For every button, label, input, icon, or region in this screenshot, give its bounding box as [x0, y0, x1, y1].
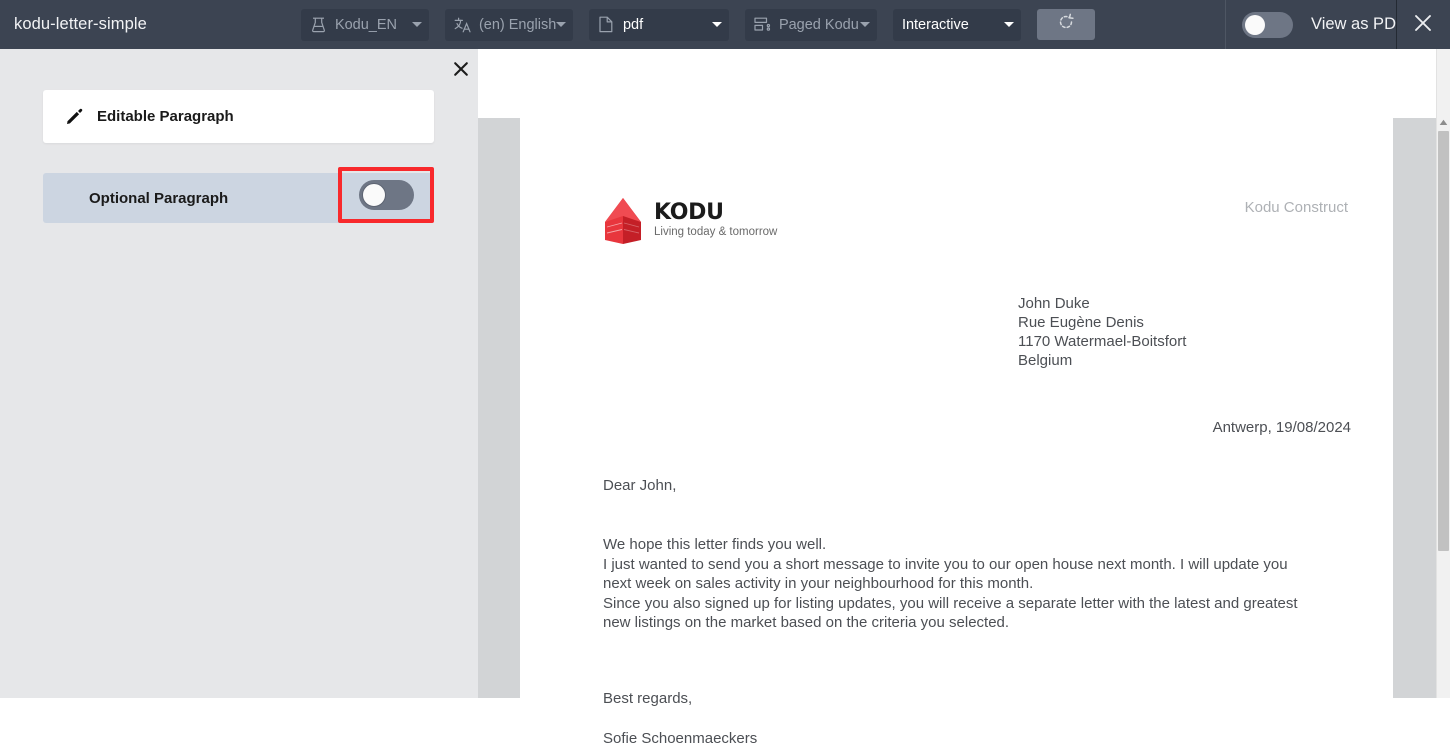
address-line: 1170 Watermael-Boitsfort: [1018, 333, 1187, 350]
close-icon: [452, 60, 470, 83]
body-paragraph: We hope this letter finds you well.: [603, 536, 827, 553]
dropdown-label: Paged Kodu: [778, 16, 859, 33]
refresh-icon: [1056, 12, 1076, 37]
salutation: Dear John,: [603, 477, 677, 494]
close-window-button[interactable]: [1410, 12, 1436, 38]
dropdown-label: Interactive: [901, 16, 969, 33]
logo-wordmark: KODU: [654, 200, 724, 225]
document-title: kodu-letter-simple: [14, 15, 147, 33]
chevron-down-icon[interactable]: [859, 22, 870, 27]
optional-paragraph-label: Optional Paragraph: [89, 189, 229, 207]
dropdown-label: (en) English: [478, 16, 557, 33]
toggle-knob: [361, 183, 386, 207]
dropdown-interactive[interactable]: Interactive: [892, 8, 1021, 41]
editable-paragraph-card[interactable]: Editable Paragraph: [43, 90, 434, 143]
toggle-knob: [1245, 14, 1265, 35]
document-viewer: KODU Living today & tomorrow Kodu Constr…: [478, 49, 1450, 747]
body-paragraph: Since you also signed up for listing upd…: [603, 594, 1298, 632]
dropdown-en-english[interactable]: (en) English: [444, 8, 573, 41]
dropdown-label: Kodu_EN: [334, 16, 398, 33]
flask-icon: [310, 16, 327, 33]
document-icon: [598, 16, 615, 33]
page-gutter-right: [1393, 118, 1436, 698]
chevron-down-icon[interactable]: [711, 22, 722, 27]
reset-button[interactable]: [1036, 9, 1095, 40]
toolbar-divider-right: [1396, 0, 1397, 49]
body-paragraph: I just wanted to send you a short messag…: [603, 555, 1288, 593]
optional-toggle-highlight: [338, 167, 434, 223]
address-line: Belgium: [1018, 352, 1073, 369]
date-line: Antwerp, 19/08/2024: [1212, 419, 1351, 436]
dropdown-kodu-en[interactable]: Kodu_EN: [300, 8, 429, 41]
logo-tagline: Living today & tomorrow: [654, 226, 778, 238]
translate-icon: [454, 16, 471, 33]
recipient-address: John Duke Rue Eugène Denis 1170 Watermae…: [1018, 294, 1186, 370]
letter-page: KODU Living today & tomorrow Kodu Constr…: [520, 118, 1393, 747]
options-panel: Editable Paragraph Optional Paragraph: [0, 49, 478, 698]
chevron-down-icon[interactable]: [556, 22, 567, 27]
panel-close-button[interactable]: [449, 59, 473, 83]
closing-line: Best regards,: [603, 690, 693, 707]
signer-name: Sofie Schoenmaeckers: [603, 730, 758, 747]
optional-paragraph-toggle[interactable]: [358, 180, 414, 210]
editable-paragraph-label: Editable Paragraph: [97, 108, 234, 125]
view-as-pdf-group: View as PDF: [1226, 0, 1396, 49]
address-line: John Duke: [1018, 295, 1090, 312]
kodu-logo: KODU Living today & tomorrow: [603, 196, 777, 249]
caret-up-icon[interactable]: [1437, 115, 1450, 129]
chevron-down-icon[interactable]: [411, 22, 422, 27]
dropdown-label: pdf: [622, 16, 644, 33]
scrollbar-thumb[interactable]: [1438, 131, 1449, 551]
close-icon: [1412, 12, 1434, 39]
company-name: Kodu Construct: [1244, 199, 1348, 216]
vertical-scrollbar[interactable]: [1436, 49, 1450, 698]
dropdown-paged-kodu[interactable]: Paged Kodu: [744, 8, 877, 41]
layout-icon: [754, 16, 771, 33]
pencil-icon: [66, 108, 83, 125]
letter-body: We hope this letter finds you well. I ju…: [603, 535, 1315, 633]
view-as-pdf-toggle[interactable]: [1242, 11, 1293, 38]
address-line: Rue Eugène Denis: [1018, 314, 1144, 331]
red-house-icon: [603, 196, 647, 249]
chevron-down-icon[interactable]: [1003, 22, 1014, 27]
view-as-pdf-label: View as PDF: [1311, 15, 1396, 33]
page-gutter-left: [478, 118, 520, 698]
dropdown-pdf[interactable]: pdf: [588, 8, 729, 41]
